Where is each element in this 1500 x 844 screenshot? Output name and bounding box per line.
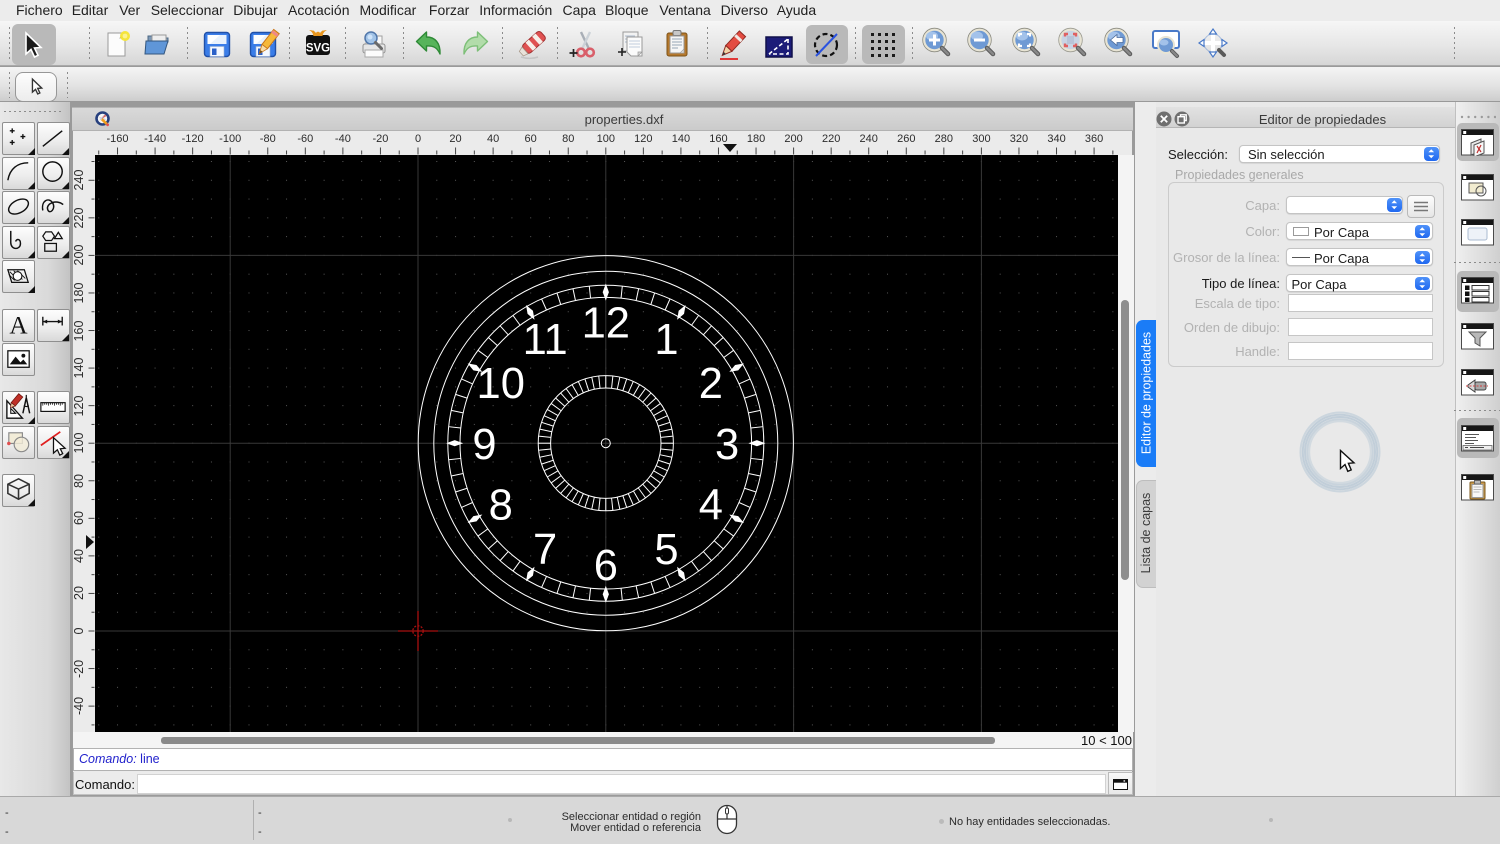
svg-text:3: 3 xyxy=(715,421,739,469)
svg-text:SVG: SVG xyxy=(306,43,330,55)
svg-text:1: 1 xyxy=(654,316,678,364)
svg-text:2: 2 xyxy=(699,360,723,408)
svg-text:12: 12 xyxy=(582,300,630,348)
svg-text:6: 6 xyxy=(594,542,618,590)
svg-text:8: 8 xyxy=(489,481,513,529)
svg-text:7: 7 xyxy=(533,526,557,574)
svg-text:11: 11 xyxy=(523,316,568,364)
svg-text:5: 5 xyxy=(654,526,678,574)
svg-text:9: 9 xyxy=(472,421,496,469)
svg-text:10: 10 xyxy=(477,360,525,408)
svg-text:A: A xyxy=(9,312,28,339)
svg-text:4: 4 xyxy=(699,481,723,529)
